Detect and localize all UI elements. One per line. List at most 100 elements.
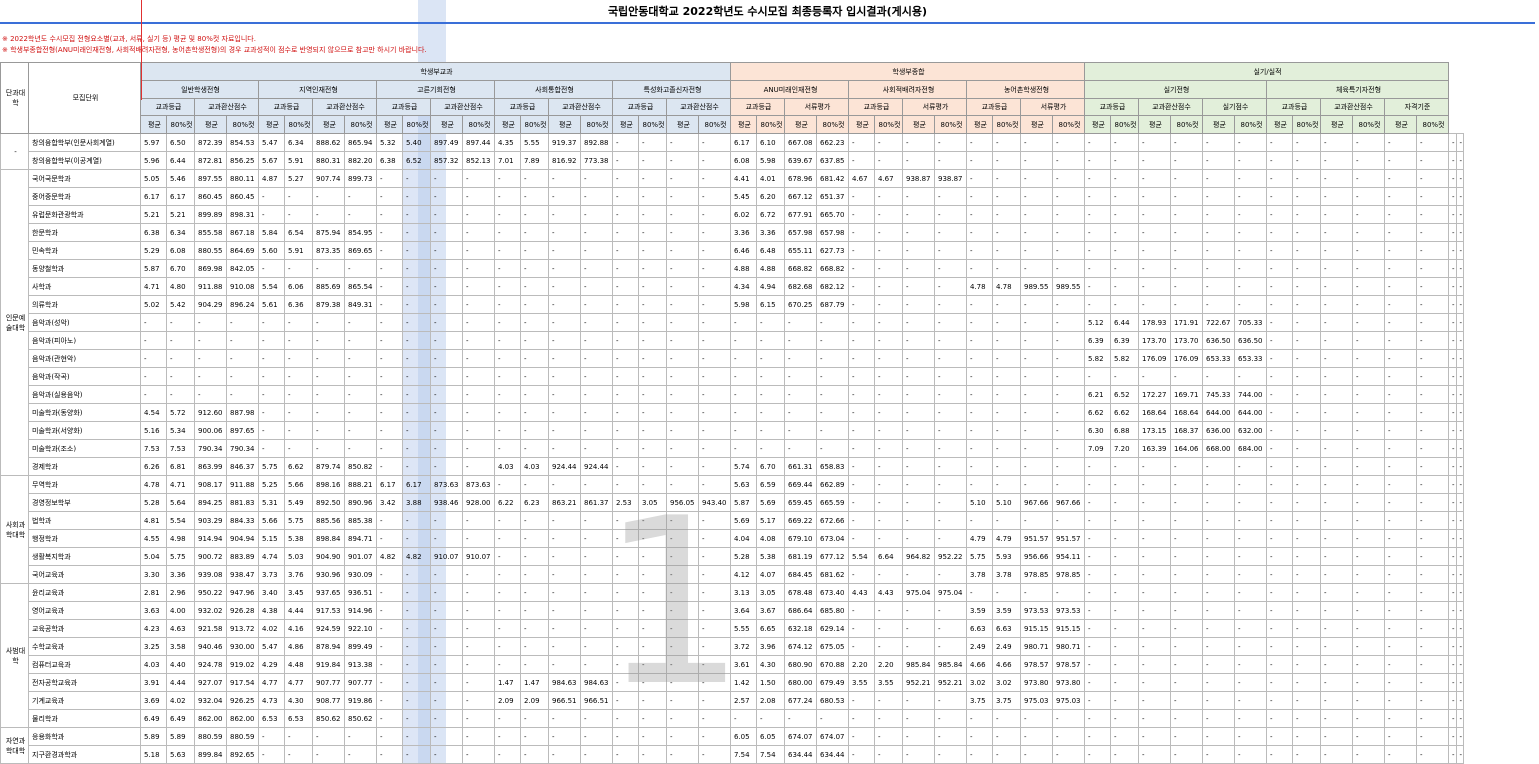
value-cell[interactable]: 5.84 xyxy=(258,223,285,242)
value-cell[interactable]: - xyxy=(1455,439,1465,458)
value-cell[interactable]: 6.62 xyxy=(1084,403,1111,422)
value-cell[interactable]: 888.62 xyxy=(312,133,345,152)
value-cell[interactable]: - xyxy=(376,457,403,476)
value-cell[interactable]: 3.42 xyxy=(376,493,403,512)
college-cell[interactable]: 사범대학 xyxy=(0,583,29,728)
value-cell[interactable]: 930.00 xyxy=(226,637,259,656)
value-cell[interactable]: - xyxy=(402,349,431,368)
value-cell[interactable]: - xyxy=(934,403,967,422)
value-cell[interactable]: - xyxy=(1170,151,1203,170)
value-cell[interactable]: - xyxy=(376,709,403,728)
value-cell[interactable]: - xyxy=(1416,511,1449,530)
unit-cell[interactable]: 윤리교육과 xyxy=(28,583,141,602)
value-cell[interactable]: - xyxy=(1320,547,1353,566)
sub-header[interactable]: 교과등급 xyxy=(1266,98,1321,116)
value-cell[interactable]: 4.88 xyxy=(730,259,757,278)
value-cell[interactable]: - xyxy=(580,367,613,386)
value-cell[interactable]: 5.54 xyxy=(848,547,875,566)
value-cell[interactable]: - xyxy=(1170,745,1203,764)
value-cell[interactable]: - xyxy=(430,367,463,386)
value-cell[interactable]: 2.49 xyxy=(966,637,993,656)
value-cell[interactable]: - xyxy=(430,583,463,602)
value-cell[interactable]: - xyxy=(430,655,463,674)
value-cell[interactable]: - xyxy=(1292,691,1321,710)
value-cell[interactable]: 5.91 xyxy=(284,151,313,170)
value-cell[interactable]: 6.52 xyxy=(402,151,431,170)
value-cell[interactable]: 4.29 xyxy=(258,655,285,674)
value-cell[interactable]: - xyxy=(612,529,639,548)
value-cell[interactable]: - xyxy=(848,241,875,260)
value-cell[interactable]: - xyxy=(312,439,345,458)
value-cell[interactable]: 899.73 xyxy=(344,169,377,188)
value-cell[interactable]: 6.70 xyxy=(756,457,785,476)
value-cell[interactable]: - xyxy=(462,259,495,278)
value-cell[interactable]: - xyxy=(934,493,967,512)
value-cell[interactable]: 3.58 xyxy=(166,637,195,656)
value-cell[interactable]: 5.93 xyxy=(992,547,1021,566)
value-cell[interactable]: - xyxy=(462,439,495,458)
value-cell[interactable]: - xyxy=(638,565,667,584)
value-cell[interactable]: - xyxy=(1455,565,1465,584)
value-cell[interactable]: - xyxy=(1416,547,1449,566)
value-cell[interactable]: - xyxy=(666,475,699,494)
value-cell[interactable]: - xyxy=(816,439,849,458)
value-cell[interactable]: - xyxy=(666,745,699,764)
value-cell[interactable]: 6.05 xyxy=(756,727,785,746)
value-cell[interactable]: - xyxy=(1202,673,1235,692)
track-header[interactable]: ANU미래인재전형 xyxy=(730,80,849,99)
value-cell[interactable]: - xyxy=(1202,133,1235,152)
value-cell[interactable]: 927.07 xyxy=(194,673,227,692)
value-cell[interactable]: - xyxy=(580,331,613,350)
value-cell[interactable]: 975.04 xyxy=(934,583,967,602)
value-cell[interactable]: 6.72 xyxy=(756,205,785,224)
value-cell[interactable]: - xyxy=(1138,259,1171,278)
value-cell[interactable]: - xyxy=(612,745,639,764)
value-cell[interactable]: - xyxy=(1448,601,1457,620)
value-cell[interactable]: - xyxy=(1020,403,1053,422)
value-cell[interactable]: 854.95 xyxy=(344,223,377,242)
avg-header[interactable]: 평균 xyxy=(1384,115,1417,134)
value-cell[interactable]: 1.50 xyxy=(756,673,785,692)
value-cell[interactable]: 6.54 xyxy=(284,223,313,242)
value-cell[interactable]: - xyxy=(1320,331,1353,350)
value-cell[interactable]: - xyxy=(1292,493,1321,512)
cut-header[interactable]: 80%컷 xyxy=(874,115,903,134)
value-cell[interactable]: - xyxy=(1202,241,1235,260)
value-cell[interactable]: 668.82 xyxy=(816,259,849,278)
value-cell[interactable]: 6.17 xyxy=(376,475,403,494)
value-cell[interactable]: 680.53 xyxy=(816,691,849,710)
value-cell[interactable]: 860.45 xyxy=(226,187,259,206)
value-cell[interactable]: - xyxy=(874,601,903,620)
value-cell[interactable]: - xyxy=(934,727,967,746)
value-cell[interactable]: - xyxy=(1320,349,1353,368)
value-cell[interactable]: 637.85 xyxy=(816,151,849,170)
value-cell[interactable]: 627.73 xyxy=(816,241,849,260)
value-cell[interactable]: - xyxy=(258,403,285,422)
value-cell[interactable]: 956.66 xyxy=(1020,547,1053,566)
value-cell[interactable]: - xyxy=(312,349,345,368)
value-cell[interactable]: - xyxy=(612,349,639,368)
value-cell[interactable]: - xyxy=(848,349,875,368)
value-cell[interactable]: - xyxy=(666,583,699,602)
value-cell[interactable]: 5.87 xyxy=(140,259,167,278)
value-cell[interactable]: - xyxy=(992,511,1021,530)
value-cell[interactable]: - xyxy=(1292,223,1321,242)
value-cell[interactable]: - xyxy=(1384,331,1417,350)
value-cell[interactable]: 975.03 xyxy=(1020,691,1053,710)
value-cell[interactable]: - xyxy=(520,367,549,386)
value-cell[interactable]: - xyxy=(344,745,377,764)
value-cell[interactable]: - xyxy=(1234,547,1267,566)
value-cell[interactable]: - xyxy=(1320,187,1353,206)
value-cell[interactable]: - xyxy=(1320,439,1353,458)
value-cell[interactable]: - xyxy=(1110,367,1139,386)
value-cell[interactable]: 5.74 xyxy=(730,457,757,476)
value-cell[interactable]: 2.96 xyxy=(166,583,195,602)
value-cell[interactable]: 973.80 xyxy=(1020,673,1053,692)
value-cell[interactable]: - xyxy=(1202,187,1235,206)
value-cell[interactable]: - xyxy=(1384,583,1417,602)
value-cell[interactable]: 917.54 xyxy=(226,673,259,692)
value-cell[interactable]: 885.69 xyxy=(312,277,345,296)
track-header[interactable]: 체육특기자전형 xyxy=(1266,80,1449,99)
value-cell[interactable]: 5.47 xyxy=(258,133,285,152)
value-cell[interactable]: - xyxy=(1352,691,1385,710)
